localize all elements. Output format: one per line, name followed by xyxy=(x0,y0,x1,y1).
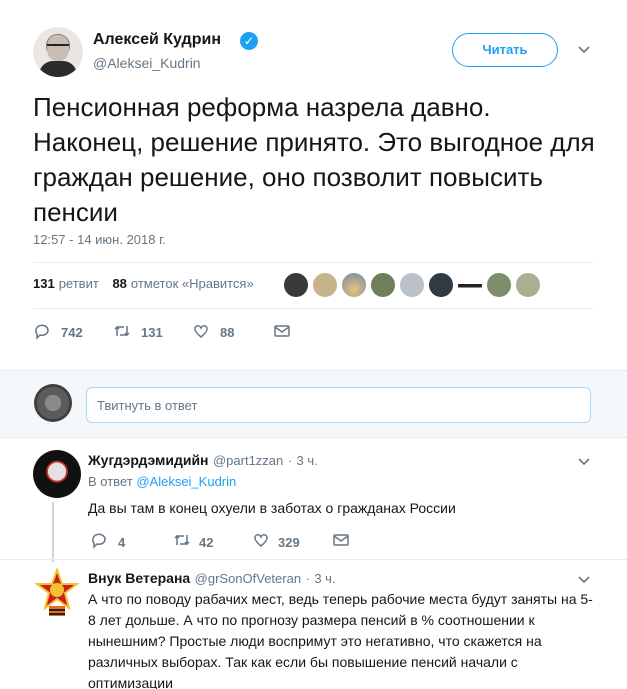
liker-avatar[interactable] xyxy=(399,272,425,298)
reply-avatar[interactable] xyxy=(33,450,81,498)
envelope-icon[interactable] xyxy=(332,531,350,549)
liker-avatar[interactable] xyxy=(428,272,454,298)
liker-avatar[interactable] xyxy=(486,272,512,298)
retweet-stat[interactable]: 131 ретвит xyxy=(33,276,99,291)
liker-avatar[interactable] xyxy=(341,272,367,298)
divider xyxy=(33,308,593,309)
liker-avatar[interactable] xyxy=(312,272,338,298)
reply-header: Жугдэрдэмидийн @part1zzan · 3 ч. xyxy=(88,452,318,468)
retweet-count[interactable]: 131 xyxy=(141,325,163,340)
reply-header: Внук Ветерана @grSonOfVeteran · 3 ч. xyxy=(88,570,336,586)
heart-icon[interactable] xyxy=(252,531,270,549)
reply-avatar[interactable] xyxy=(35,568,79,618)
reply-input[interactable]: Твитнуть в ответ xyxy=(86,387,591,423)
reply-icon[interactable] xyxy=(33,322,51,340)
envelope-icon[interactable] xyxy=(273,322,291,340)
heart-icon[interactable] xyxy=(192,322,210,340)
reply-time[interactable]: 3 ч. xyxy=(297,453,318,468)
liker-avatar[interactable] xyxy=(370,272,396,298)
retweet-icon[interactable] xyxy=(173,531,191,549)
tweet-text: Пенсионная реформа назрела давно. Наконе… xyxy=(33,92,595,227)
chevron-down-icon[interactable] xyxy=(578,574,590,586)
liker-avatar[interactable] xyxy=(283,272,309,298)
reply-count[interactable]: 4 xyxy=(118,535,125,550)
author-name[interactable]: Алексей Кудрин xyxy=(93,31,221,49)
like-count[interactable]: 329 xyxy=(278,535,300,550)
liker-avatar[interactable] xyxy=(457,272,483,298)
reply-author-name[interactable]: Жугдэрдэмидийн xyxy=(88,452,209,468)
reply-author-handle[interactable]: @part1zzan xyxy=(213,453,283,468)
reply-text: Да вы там в конец охуели в заботах о гра… xyxy=(88,500,456,516)
retweet-count[interactable]: 42 xyxy=(199,535,213,550)
reply-author-name[interactable]: Внук Ветерана xyxy=(88,570,190,586)
retweet-icon[interactable] xyxy=(113,322,131,340)
tweet-timestamp[interactable]: 12:57 - 14 июн. 2018 г. xyxy=(33,232,166,247)
chevron-down-icon[interactable] xyxy=(578,456,590,468)
verified-badge-icon: ✓ xyxy=(240,32,258,50)
divider xyxy=(0,559,627,560)
author-avatar[interactable] xyxy=(33,27,83,77)
tweet-stats: 131 ретвит 88 отметок «Нравится» xyxy=(33,276,264,291)
reply-time[interactable]: 3 ч. xyxy=(314,571,335,586)
reply-actions: 4 42 329 xyxy=(0,531,627,551)
author-handle[interactable]: @Aleksei_Kudrin xyxy=(93,55,201,71)
chevron-down-icon[interactable] xyxy=(578,44,590,56)
in-reply-to-link[interactable]: @Aleksei_Kudrin xyxy=(136,474,236,489)
liker-avatar[interactable] xyxy=(515,272,541,298)
like-count[interactable]: 88 xyxy=(220,325,234,340)
in-reply-to: В ответ @Aleksei_Kudrin xyxy=(88,474,237,489)
follow-button[interactable]: Читать xyxy=(452,33,558,67)
like-stat[interactable]: 88 отметок «Нравится» xyxy=(112,276,253,291)
reply-icon[interactable] xyxy=(90,531,108,549)
reply-author-handle[interactable]: @grSonOfVeteran xyxy=(195,571,301,586)
divider xyxy=(33,262,593,263)
reply-count[interactable]: 742 xyxy=(61,325,83,340)
current-user-avatar xyxy=(34,384,72,422)
reply-text: А что по поводу рабачих мест, ведь тепер… xyxy=(88,591,593,689)
